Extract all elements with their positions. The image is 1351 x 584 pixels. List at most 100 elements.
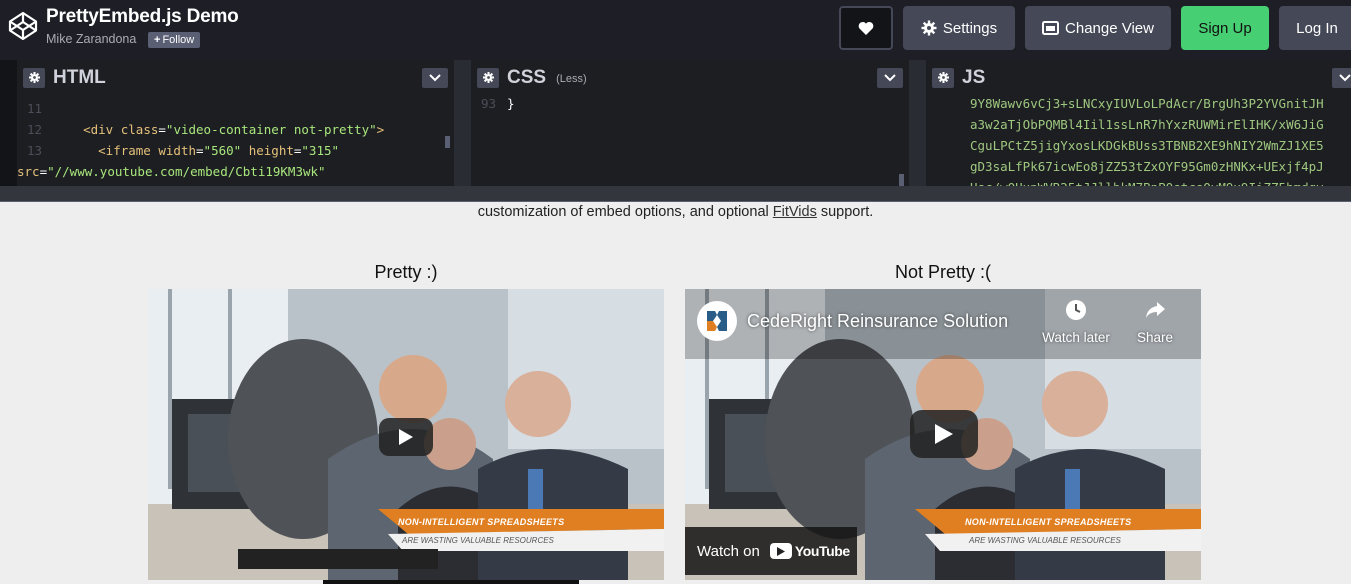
css-scrollbar[interactable] [899,174,904,186]
code-line: 93} [471,93,515,114]
code-punct: = [196,143,204,158]
js-settings-button[interactable] [932,67,954,88]
layout-icon [1042,21,1060,35]
code-string: "video-container not-pretty" [165,122,377,137]
chevron-down-icon [1339,74,1351,82]
html-scrollbar[interactable] [445,136,450,148]
code-attr: src [17,164,40,179]
code-line: 13 <iframe width="560" height="315" [17,140,384,161]
heart-button[interactable] [839,6,893,50]
pretty-heading: Pretty :) [374,262,438,282]
watch-later-button[interactable]: Watch later [1040,299,1112,345]
settings-label: Settings [942,19,998,37]
signup-label: Sign Up [1198,19,1252,37]
intro-text-after: support. [816,204,874,220]
code-line: 11 [17,98,384,119]
code-attr: class [120,122,159,137]
html-editor[interactable]: HTML 11 12 <div class="video-container no… [17,60,454,186]
css-collapse-button[interactable] [877,68,903,88]
pen-title[interactable]: PrettyEmbed.js Demo [46,6,239,28]
video-title[interactable]: CedeRight Reinsurance Solution [747,311,1008,332]
html-settings-button[interactable] [23,67,45,88]
js-editor-header: JS [926,60,1351,95]
share-icon [1146,302,1165,318]
code-line: gD3saLfPk67icwEo8jZZ53tZxOYF95Gm0zHNKx+U… [970,159,1324,174]
code-line: 9Y8Wawv6vCj3+sLNCxyIUVLoLPdAcr/BrgUh3P2Y… [970,96,1324,111]
intro-text-before: customization of embed options, and opti… [477,204,773,220]
css-editor[interactable]: CSS (Less) 93} [471,60,909,186]
fitvids-link[interactable]: FitVids [773,204,817,220]
heart-icon [858,21,874,35]
line-number: 12 [27,122,43,137]
code-attr: height [241,143,294,158]
css-code[interactable]: 93} [471,93,515,114]
editor-panels: HTML 11 12 <div class="video-container no… [0,60,1351,186]
code-tag: > [376,122,385,137]
js-code[interactable]: 9Y8Wawv6vCj3+sLNCxyIUVLoLPdAcr/BrgUh3P2Y… [970,93,1324,186]
change-view-button[interactable]: Change View [1025,6,1171,50]
css-editor-title: CSS [507,66,547,88]
login-button[interactable]: Log In [1279,6,1351,50]
next-element-edge [323,580,579,584]
intro-text: customization of embed options, and opti… [0,204,1351,220]
banner-headline: NON-INTELLIGENT SPREADSHEETS [398,517,565,527]
follow-button[interactable]: + Follow [148,32,201,48]
gear-icon [28,72,40,83]
youtube-label: YouTube [794,543,850,559]
js-collapse-button[interactable] [1332,68,1351,88]
editor-resize-handle[interactable] [0,186,1351,202]
not-pretty-heading: Not Pretty :( [894,262,992,282]
code-tag: <iframe [98,143,159,158]
html-collapse-button[interactable] [422,68,448,88]
banner-subline: ARE WASTING VALUABLE RESOURCES [969,536,1121,545]
code-line: 12 <div class="video-container not-prett… [17,119,384,140]
cederight-logo-icon [707,311,727,331]
css-editor-header: CSS (Less) [471,60,909,95]
line-number: 13 [27,143,43,158]
watch-on-youtube-button[interactable]: Watch on YouTube [685,527,857,575]
html-editor-header: HTML [17,60,454,95]
channel-avatar[interactable] [697,301,737,341]
share-label: Share [1136,330,1174,345]
js-editor[interactable]: JS 9Y8Wawv6vCj3+sLNCxyIUVLoLPdAcr/BrgUh3… [926,60,1351,186]
chevron-down-icon [429,74,441,82]
youtube-brand: YouTube [769,543,850,559]
codepen-logo-icon[interactable] [8,11,38,41]
top-header: PrettyEmbed.js Demo Mike Zarandona + Foll… [0,0,1351,60]
code-punct: = [39,164,48,179]
gear-icon [921,20,937,36]
code-text: } [507,96,515,111]
youtube-video-embed[interactable]: NON-INTELLIGENT SPREADSHEETS ARE WASTING… [685,289,1201,580]
code-tag: <div [83,122,121,137]
html-editor-title: HTML [53,66,106,88]
share-button[interactable]: Share [1135,299,1175,345]
code-string: "//www.youtube.com/embed/Cbti19KM3wk" [47,164,326,179]
line-number: 11 [27,101,43,116]
banner-headline: NON-INTELLIGENT SPREADSHEETS [965,517,1132,527]
editor-gutter[interactable] [909,60,926,186]
settings-button[interactable]: Settings [903,6,1015,50]
chevron-down-icon [884,74,896,82]
author-name[interactable]: Mike Zarandona [46,32,136,46]
code-line: CguLPCtZ5jigYxosLKDGkBUss3TBNB2XE9hNIY2W… [970,138,1324,153]
follow-label: Follow [162,34,195,46]
clock-icon [1066,300,1086,320]
html-code[interactable]: 11 12 <div class="video-container not-pre… [17,98,384,182]
change-view-label: Change View [1065,19,1154,37]
editor-gutter[interactable] [454,60,471,186]
code-line: Usc/wOUxpWVR25tJJllbkM7BnPOstcsOvM9x9IiZ… [970,177,1324,186]
signup-button[interactable]: Sign Up [1181,6,1269,50]
youtube-logo-icon [769,543,792,559]
plus-icon: + [154,34,161,46]
play-button[interactable] [910,410,978,458]
watch-on-label: Watch on [697,542,760,560]
css-settings-button[interactable] [477,67,499,88]
code-punct: = [158,122,166,137]
play-button[interactable] [379,418,433,456]
pretty-video-embed[interactable]: NON-INTELLIGENT SPREADSHEETS ARE WASTING… [148,289,664,580]
js-editor-title: JS [962,66,986,88]
line-number: 93 [481,96,497,111]
code-string: "560" [203,143,242,158]
